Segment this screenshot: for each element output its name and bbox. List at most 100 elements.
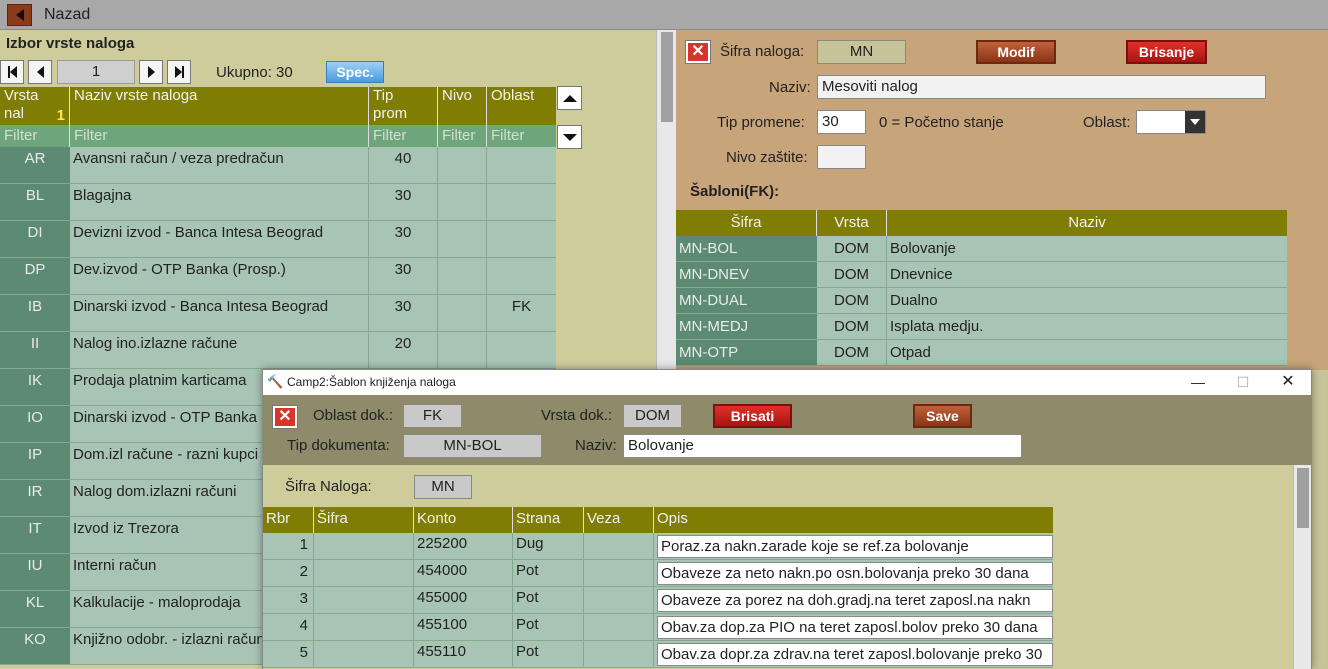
dialog-scroll-thumb[interactable] xyxy=(1297,468,1309,528)
table-row[interactable]: MN-OTP DOM Otpad xyxy=(676,340,1287,366)
list-item[interactable]: AR Avansni račun / veza predračun 40 xyxy=(0,147,556,184)
sifra-naloga-label: Šifra Naloga: xyxy=(285,478,372,495)
row-veza[interactable] xyxy=(584,587,654,614)
row-code: II xyxy=(0,332,70,369)
filter-oblast[interactable]: Filter xyxy=(487,125,556,147)
row-opis-input[interactable]: Poraz.za nakn.zarade koje se ref.za bolo… xyxy=(657,535,1053,558)
prev-page-button[interactable] xyxy=(28,60,52,84)
row-konto[interactable]: 455110 xyxy=(414,641,513,668)
filter-code[interactable]: Filter xyxy=(0,125,70,147)
table-row[interactable]: MN-MEDJ DOM Isplata medju. xyxy=(676,314,1287,340)
row-sifra[interactable] xyxy=(314,587,414,614)
row-veza[interactable] xyxy=(584,560,654,587)
col-konto[interactable]: Konto xyxy=(414,507,513,533)
row-rbr: 3 xyxy=(263,587,314,614)
vrsta-dok-field[interactable]: DOM xyxy=(623,404,682,428)
first-page-icon xyxy=(9,66,17,78)
table-row[interactable]: MN-BOL DOM Bolovanje xyxy=(676,236,1287,262)
back-button[interactable] xyxy=(7,4,32,26)
sab-col-naziv[interactable]: Naziv xyxy=(887,210,1287,236)
row-opis-input[interactable]: Obaveze za porez na doh.gradj.na teret z… xyxy=(657,589,1053,612)
sifra-field[interactable]: MN xyxy=(817,40,906,64)
save-button[interactable]: Save xyxy=(913,404,972,428)
row-veza[interactable] xyxy=(584,641,654,668)
dialog-close-button[interactable]: ✕ xyxy=(272,405,298,429)
tip-promene-input[interactable]: 30 xyxy=(817,110,866,134)
close-window-button[interactable]: ✕ xyxy=(1266,372,1310,392)
col-veza[interactable]: Veza xyxy=(584,507,654,533)
scroll-up-button[interactable] xyxy=(557,86,582,110)
brisati-button[interactable]: Brisati xyxy=(713,404,792,428)
dialog-titlebar[interactable]: 🔨 Camp2:Šablon knjiženja naloga — ☐ ✕ xyxy=(263,370,1311,395)
list-item[interactable]: DI Devizni izvod - Banca Intesa Beograd 30 xyxy=(0,221,556,258)
dialog-scrollbar[interactable] xyxy=(1293,465,1311,669)
row-oblast xyxy=(487,147,556,184)
scroll-down-button[interactable] xyxy=(557,125,582,149)
row-sifra[interactable] xyxy=(314,560,414,587)
row-opis-input[interactable]: Obaveze za neto nakn.po osn.bolovanja pr… xyxy=(657,562,1053,585)
naziv-input[interactable]: Mesoviti nalog xyxy=(817,75,1266,99)
row-konto[interactable]: 454000 xyxy=(414,560,513,587)
sab-col-sifra[interactable]: Šifra xyxy=(676,210,817,236)
next-page-button[interactable] xyxy=(139,60,163,84)
table-row[interactable]: 2 454000 Pot Obaveze za neto nakn.po osn.bo… xyxy=(263,560,1053,587)
nivo-zastite-input[interactable] xyxy=(817,145,866,169)
table-row[interactable]: 4 455100 Pot Obav.za dop.za PIO na teret za… xyxy=(263,614,1053,641)
table-row[interactable]: 5 455110 Pot Obav.za dopr.za zdrav.na teret… xyxy=(263,641,1053,668)
row-sifra[interactable] xyxy=(314,614,414,641)
row-opis-input[interactable]: Obav.za dop.za PIO na teret zaposl.bolov… xyxy=(657,616,1053,639)
row-strana[interactable]: Dug xyxy=(513,533,584,560)
list-item[interactable]: BL Blagajna 30 xyxy=(0,184,556,221)
last-page-button[interactable] xyxy=(167,60,191,84)
first-page-button[interactable] xyxy=(0,60,24,84)
list-item[interactable]: II Nalog ino.izlazne račune 20 xyxy=(0,332,556,369)
page-number-field[interactable]: 1 xyxy=(57,60,135,84)
row-konto[interactable]: 455100 xyxy=(414,614,513,641)
col-name-header[interactable]: Naziv vrste naloga xyxy=(70,87,369,125)
close-detail-button[interactable]: ✕ xyxy=(685,40,711,64)
brisanje-button[interactable]: Brisanje xyxy=(1126,40,1207,64)
row-strana[interactable]: Pot xyxy=(513,560,584,587)
col-sifra[interactable]: Šifra xyxy=(314,507,414,533)
table-row[interactable]: 3 455000 Pot Obaveze za porez na doh.gradj.… xyxy=(263,587,1053,614)
modif-button[interactable]: Modif xyxy=(976,40,1056,64)
back-label[interactable]: Nazad xyxy=(44,6,90,24)
row-veza[interactable] xyxy=(584,533,654,560)
col-opis[interactable]: Opis xyxy=(654,507,1053,533)
row-veza[interactable] xyxy=(584,614,654,641)
list-item[interactable]: IB Dinarski izvod - Banca Intesa Beograd 3… xyxy=(0,295,556,332)
row-opis-input[interactable]: Obav.za dopr.za zdrav.na teret zaposl.bo… xyxy=(657,643,1053,666)
row-konto[interactable]: 455000 xyxy=(414,587,513,614)
spec-button[interactable]: Spec. xyxy=(326,61,384,83)
sab-col-vrsta[interactable]: Vrsta xyxy=(817,210,887,236)
row-strana[interactable]: Pot xyxy=(513,587,584,614)
col-tip-header[interactable]: Tip prom xyxy=(369,87,438,125)
tip-dokumenta-field[interactable]: MN-BOL xyxy=(403,434,542,458)
dropdown-arrow-icon[interactable] xyxy=(1185,111,1205,133)
sort-indicator: 1 xyxy=(56,107,65,124)
col-strana[interactable]: Strana xyxy=(513,507,584,533)
scroll-thumb[interactable] xyxy=(661,32,673,122)
minimize-button[interactable]: — xyxy=(1176,372,1220,392)
filter-nivo[interactable]: Filter xyxy=(438,125,487,147)
table-row[interactable]: 1 225200 Dug Poraz.za nakn.zarade koje se r… xyxy=(263,533,1053,560)
oblast-dok-field[interactable]: FK xyxy=(403,404,462,428)
sifra-naloga-field[interactable]: MN xyxy=(414,475,472,499)
col-nivo-header[interactable]: Nivo xyxy=(438,87,487,125)
table-row[interactable]: MN-DUAL DOM Dualno xyxy=(676,288,1287,314)
row-konto[interactable]: 225200 xyxy=(414,533,513,560)
row-strana[interactable]: Pot xyxy=(513,614,584,641)
maximize-button[interactable]: ☐ xyxy=(1221,372,1265,392)
filter-name[interactable]: Filter xyxy=(70,125,369,147)
dialog-naziv-input[interactable]: Bolovanje xyxy=(623,434,1022,458)
table-row[interactable]: MN-DNEV DOM Dnevnice xyxy=(676,262,1287,288)
col-oblast-header[interactable]: Oblast xyxy=(487,87,556,125)
row-sifra[interactable] xyxy=(314,641,414,668)
filter-tip[interactable]: Filter xyxy=(369,125,438,147)
col-rbr[interactable]: Rbr xyxy=(263,507,314,533)
row-sifra[interactable] xyxy=(314,533,414,560)
row-strana[interactable]: Pot xyxy=(513,641,584,668)
list-item[interactable]: DP Dev.izvod - OTP Banka (Prosp.) 30 xyxy=(0,258,556,295)
col-code-header[interactable]: Vrsta nal 1 xyxy=(0,87,70,125)
oblast-select[interactable] xyxy=(1136,110,1206,134)
